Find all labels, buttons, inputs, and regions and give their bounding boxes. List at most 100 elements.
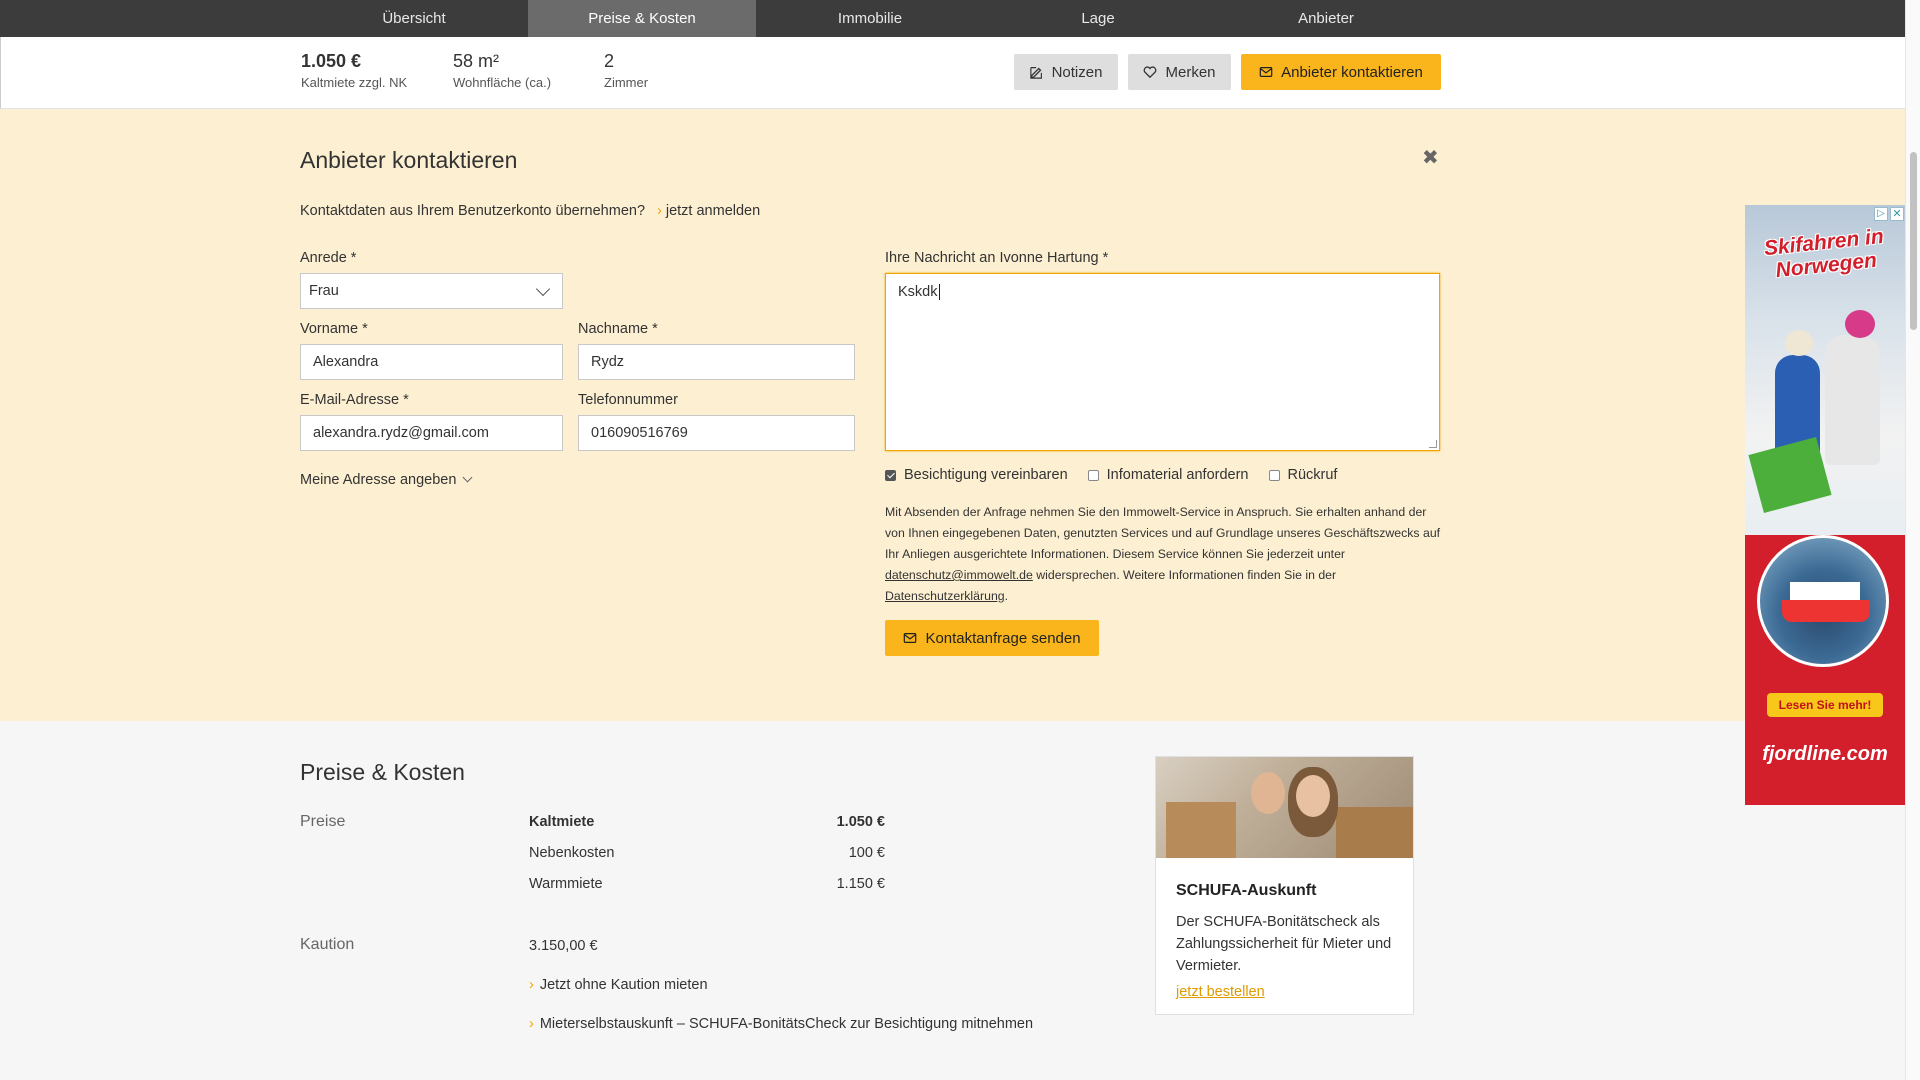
area-summary: 58 m² Wohnfläche (ca.) bbox=[453, 51, 551, 90]
login-prompt: Kontaktdaten aus Ihrem Benutzerkonto übe… bbox=[300, 203, 760, 219]
tab-prices[interactable]: Preise & Kosten bbox=[528, 0, 756, 37]
rent-value: 1.050 € bbox=[301, 51, 362, 71]
contact-provider-button[interactable]: Anbieter kontaktieren bbox=[1241, 54, 1441, 90]
close-ad-icon[interactable]: ✕ bbox=[1890, 207, 1904, 221]
price-row-value: 100 € bbox=[848, 845, 885, 861]
firstname-label: Vorname * bbox=[300, 321, 368, 337]
schufa-card-title: SCHUFA-Auskunft bbox=[1176, 882, 1317, 899]
privacy-policy-link[interactable]: Datenschutzerklärung bbox=[885, 589, 1005, 603]
heart-icon bbox=[1144, 66, 1157, 79]
rent-label: Kaltmiete zzgl. NK bbox=[301, 75, 408, 90]
login-link[interactable]: jetzt anmelden bbox=[666, 203, 760, 219]
email-value: alexandra.rydz@gmail.com bbox=[313, 425, 489, 441]
salutation-select[interactable]: Frau bbox=[300, 273, 563, 309]
address-toggle[interactable]: Meine Adresse angeben bbox=[300, 472, 473, 488]
price-row-name: Kaltmiete bbox=[529, 814, 595, 830]
lastname-label: Nachname * bbox=[578, 321, 658, 337]
message-value: Kskdk bbox=[898, 284, 938, 300]
chevron-down-icon bbox=[535, 281, 551, 297]
lastname-value: Rydz bbox=[591, 354, 625, 370]
checkbox-unchecked-icon bbox=[1268, 469, 1280, 481]
deposit-subheading: Kaution bbox=[300, 936, 355, 953]
summary-bar: 1.050 € Kaltmiete zzgl. NK 58 m² Wohnflä… bbox=[0, 37, 1905, 109]
nav-tabs: Übersicht Preise & Kosten Immobilie Lage… bbox=[300, 0, 1440, 37]
advertisement-banner[interactable]: Skifahren in Norwegen Lesen Sie mehr! fj… bbox=[1745, 205, 1905, 805]
schufa-card-text: Der SCHUFA-Bonitätscheck als Zahlungssic… bbox=[1176, 914, 1392, 974]
chevron-down-icon bbox=[462, 472, 473, 483]
legal-text-3: . bbox=[1004, 589, 1009, 603]
mail-icon bbox=[904, 633, 917, 643]
schufa-check-link-label: Mieterselbstauskunft – SCHUFA-BonitätsCh… bbox=[539, 1016, 1034, 1032]
checkbox-unchecked-icon bbox=[1087, 469, 1099, 481]
area-label: Wohnfläche (ca.) bbox=[453, 75, 552, 90]
firstname-value: Alexandra bbox=[313, 354, 379, 370]
checkbox-viewing[interactable]: Besichtigung vereinbaren bbox=[885, 467, 1068, 483]
save-button[interactable]: Merken bbox=[1128, 54, 1231, 90]
close-icon[interactable]: ✖ bbox=[1422, 148, 1440, 168]
tab-provider[interactable]: Anbieter bbox=[1212, 0, 1440, 37]
message-label: Ihre Nachricht an Ivonne Hartung * bbox=[885, 250, 1109, 266]
checkbox-info-material[interactable]: Infomaterial anfordern bbox=[1087, 467, 1249, 483]
notes-button-label: Notizen bbox=[1051, 63, 1103, 81]
checkbox-viewing-label: Besichtigung vereinbaren bbox=[904, 467, 1068, 483]
tab-overview[interactable]: Übersicht bbox=[300, 0, 528, 37]
tab-property[interactable]: Immobilie bbox=[756, 0, 984, 37]
edit-icon bbox=[1029, 67, 1042, 79]
area-value: 58 m² bbox=[453, 51, 500, 71]
tab-location[interactable]: Lage bbox=[984, 0, 1212, 37]
privacy-email-link[interactable]: datenschutz@immowelt.de bbox=[885, 568, 1033, 582]
phone-value: 016090516769 bbox=[591, 425, 688, 441]
schufa-card: SCHUFA-Auskunft Der SCHUFA-Bonitätscheck… bbox=[1155, 756, 1414, 1015]
no-deposit-link[interactable]: › Jetzt ohne Kaution mieten bbox=[529, 977, 708, 993]
send-request-label: Kontaktanfrage senden bbox=[925, 629, 1081, 647]
checkbox-callback[interactable]: Rückruf bbox=[1268, 467, 1338, 483]
mail-icon bbox=[1259, 67, 1273, 77]
prices-section: Preise & Kosten Preise Kaltmiete 1.050 €… bbox=[0, 721, 1905, 1080]
schufa-order-link[interactable]: jetzt bestellen bbox=[1176, 984, 1265, 1000]
lastname-field[interactable]: Rydz bbox=[578, 344, 855, 380]
salutation-label: Anrede * bbox=[300, 250, 357, 266]
save-button-label: Merken bbox=[1165, 63, 1216, 81]
price-row-value: 1.150 € bbox=[836, 876, 885, 892]
rooms-summary: 2 Zimmer bbox=[604, 51, 648, 90]
checkbox-info-material-label: Infomaterial anfordern bbox=[1106, 467, 1249, 483]
address-toggle-label: Meine Adresse angeben bbox=[300, 472, 457, 488]
checkbox-callback-label: Rückruf bbox=[1287, 467, 1338, 483]
deposit-value: 3.150,00 € bbox=[529, 938, 598, 954]
chevron-right-icon: › bbox=[529, 1016, 534, 1032]
resize-grip-icon[interactable] bbox=[1429, 440, 1437, 448]
no-deposit-link-label: Jetzt ohne Kaution mieten bbox=[539, 977, 708, 993]
phone-field[interactable]: 016090516769 bbox=[578, 415, 855, 451]
scrollbar-thumb[interactable] bbox=[1910, 152, 1917, 330]
message-textarea[interactable]: Kskdk bbox=[885, 273, 1440, 451]
price-row-value: 1.050 € bbox=[836, 814, 885, 830]
ad-cta-button[interactable]: Lesen Sie mehr! bbox=[1767, 693, 1883, 717]
legal-text-2: widersprechen. Weitere Informationen fin… bbox=[1036, 568, 1337, 582]
send-request-button[interactable]: Kontaktanfrage senden bbox=[885, 620, 1099, 656]
chevron-right-icon: › bbox=[657, 203, 662, 219]
text-caret bbox=[938, 284, 940, 301]
firstname-field[interactable]: Alexandra bbox=[300, 344, 563, 380]
schufa-check-link[interactable]: › Mieterselbstauskunft – SCHUFA-BonitätsC… bbox=[529, 1016, 1033, 1032]
legal-text-1: Mit Absenden der Anfrage nehmen Sie den … bbox=[885, 505, 1441, 561]
couple-photo bbox=[1156, 757, 1413, 858]
request-options: Besichtigung vereinbaren Infomaterial an… bbox=[885, 467, 1357, 483]
prices-subheading: Preise bbox=[300, 813, 346, 830]
email-field[interactable]: alexandra.rydz@gmail.com bbox=[300, 415, 563, 451]
rent-summary: 1.050 € Kaltmiete zzgl. NK bbox=[301, 51, 407, 90]
contact-provider-button-label: Anbieter kontaktieren bbox=[1281, 63, 1423, 81]
notes-button[interactable]: Notizen bbox=[1014, 54, 1118, 90]
contact-panel: Anbieter kontaktieren ✖ Kontaktdaten aus… bbox=[0, 109, 1905, 721]
phone-label: Telefonnummer bbox=[578, 392, 678, 408]
rooms-value: 2 bbox=[604, 51, 615, 71]
price-row-name: Warmmiete bbox=[529, 876, 603, 892]
salutation-value: Frau bbox=[309, 283, 339, 299]
adchoices-icon[interactable]: ▷ bbox=[1874, 207, 1888, 221]
ad-brand-logo: fjordline.com bbox=[1762, 743, 1888, 765]
prices-title: Preise & Kosten bbox=[300, 759, 465, 785]
login-prompt-text: Kontaktdaten aus Ihrem Benutzerkonto übe… bbox=[300, 203, 646, 219]
legal-notice: Mit Absenden der Anfrage nehmen Sie den … bbox=[885, 502, 1441, 607]
rooms-label: Zimmer bbox=[604, 75, 649, 90]
email-label: E-Mail-Adresse * bbox=[300, 392, 409, 408]
page-scrollbar[interactable] bbox=[1905, 0, 1920, 1080]
